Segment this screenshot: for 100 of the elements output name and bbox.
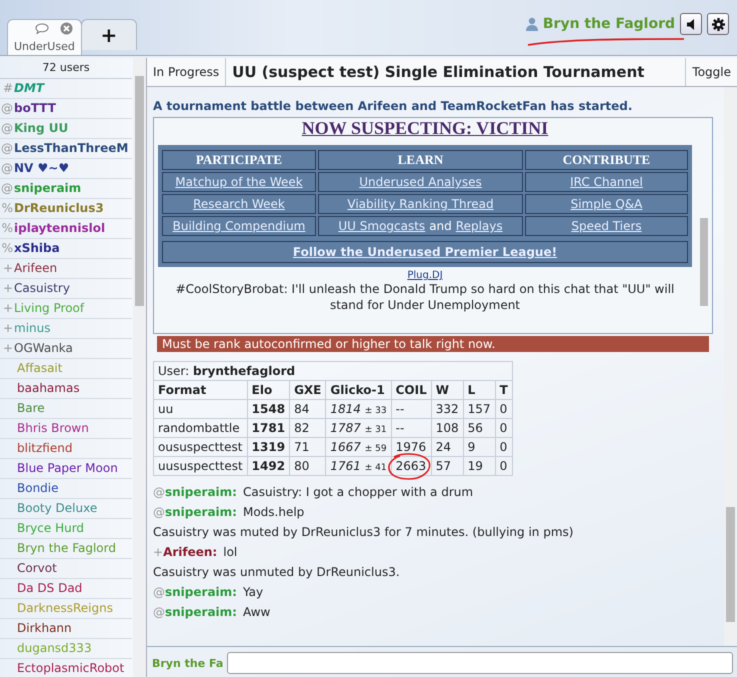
table-cell: 2663 bbox=[396, 459, 426, 473]
rank-symbol: + bbox=[2, 260, 14, 277]
column-header: T bbox=[495, 380, 512, 400]
rating-deviation: ± 41 bbox=[364, 463, 387, 473]
table-cell: 1781 bbox=[247, 418, 290, 438]
scrollbar[interactable] bbox=[724, 87, 737, 646]
table-cell: 24 bbox=[431, 438, 464, 456]
user-name[interactable]: Booty Deluxe bbox=[17, 499, 98, 518]
user-name[interactable]: Blue Paper Moon bbox=[17, 459, 118, 478]
table-cell: 108 bbox=[431, 418, 464, 438]
user-name[interactable]: blitzfiend bbox=[17, 439, 72, 458]
user-name[interactable]: LessThanThreeM bbox=[14, 139, 128, 158]
user-name[interactable]: DarknessReigns bbox=[17, 599, 113, 618]
rank-symbol: + bbox=[2, 280, 14, 297]
user-icon bbox=[526, 17, 538, 31]
table-cell: 332 bbox=[431, 400, 464, 418]
chat-message: Mods.help bbox=[242, 505, 304, 519]
table-cell: 19 bbox=[463, 456, 496, 476]
chat-message: Yay bbox=[242, 585, 264, 599]
sound-button[interactable] bbox=[680, 13, 702, 35]
glicko-rating: 1761 bbox=[330, 459, 361, 473]
table-cell: 56 bbox=[463, 418, 496, 438]
table-cell: 0 bbox=[495, 418, 512, 438]
ranked-username: brynthefaglord bbox=[193, 364, 296, 378]
chat-author[interactable]: +Arifeen: bbox=[153, 545, 218, 559]
column-header: Format bbox=[154, 380, 248, 400]
rank-symbol: % bbox=[0, 200, 14, 217]
table-cell: 80 bbox=[290, 456, 326, 476]
user-name[interactable]: xShiba bbox=[14, 239, 60, 258]
user-name[interactable]: Bryn the Faglord bbox=[17, 539, 116, 558]
settings-icon bbox=[712, 18, 724, 30]
moderation-notice: Casuistry was muted by DrReuniclus3 for 7 minutes. (bullying in pms) bbox=[153, 525, 574, 539]
rank-symbol: + bbox=[2, 320, 14, 337]
rank-symbol: @ bbox=[0, 160, 14, 177]
user-name[interactable]: sniperaim bbox=[14, 179, 82, 198]
user-name[interactable]: Bare bbox=[17, 399, 45, 418]
table-cell: uu bbox=[154, 400, 248, 418]
user-name[interactable]: Corvot bbox=[17, 559, 57, 578]
table-cell: oususpecttest bbox=[154, 438, 248, 456]
rank-symbol: % bbox=[0, 240, 14, 257]
user-name[interactable]: minus bbox=[14, 319, 50, 338]
user-name[interactable]: Casuistry bbox=[14, 279, 70, 298]
user-name[interactable]: Da DS Dad bbox=[17, 579, 82, 598]
resource-link[interactable]: UU Smogcasts bbox=[338, 219, 426, 233]
column-header: COIL bbox=[391, 380, 432, 400]
chat-author[interactable]: @sniperaim: bbox=[153, 605, 237, 619]
user-name[interactable]: King UU bbox=[14, 119, 68, 138]
user-name[interactable]: boTTT bbox=[14, 99, 56, 118]
username[interactable]: Bryn the Faglord bbox=[542, 16, 675, 32]
chat-author[interactable]: @sniperaim: bbox=[153, 485, 237, 499]
chat-author[interactable]: @sniperaim: bbox=[153, 505, 237, 519]
tournament-message: A tournament battle between Arifeen and TeamRocketFan has started. bbox=[153, 99, 634, 113]
user-name[interactable]: NV ♥~♥ bbox=[14, 159, 70, 178]
glicko-rating: 1814 bbox=[330, 402, 361, 416]
table-cell: 1548 bbox=[247, 400, 290, 418]
user-name[interactable]: EctoplasmicRobot bbox=[17, 659, 124, 677]
conjunction-text: and bbox=[429, 219, 452, 233]
user-name[interactable]: Bryce Hurd bbox=[17, 519, 84, 538]
speaker-icon bbox=[687, 18, 695, 30]
message-input[interactable] bbox=[227, 652, 733, 674]
table-cell: 1976 bbox=[396, 440, 426, 454]
scrollbar[interactable] bbox=[133, 58, 146, 677]
user-name[interactable]: baahamas bbox=[17, 379, 80, 398]
room-tab[interactable]: UnderUsed bbox=[7, 19, 82, 55]
composer-username: Bryn the Fa bbox=[152, 656, 224, 670]
close-icon[interactable] bbox=[60, 22, 73, 35]
column-heading: LEARN bbox=[318, 150, 523, 170]
banner-heading[interactable]: NOW SUSPECTING: VICTINI bbox=[302, 118, 548, 138]
user-count: 72 users bbox=[0, 58, 132, 79]
user-name[interactable]: DrReuniclus3 bbox=[14, 199, 104, 218]
table-cell: -- bbox=[396, 402, 404, 416]
user-label: User: bbox=[158, 364, 190, 378]
table-cell: 0 bbox=[495, 456, 512, 476]
user-name[interactable]: iplaytennislol bbox=[14, 219, 106, 238]
plug-link[interactable]: Plug.DJ bbox=[407, 270, 443, 281]
table-cell: uususpecttest bbox=[154, 456, 248, 476]
table-cell: 9 bbox=[463, 438, 496, 456]
rank-symbol: # bbox=[2, 80, 14, 97]
user-name[interactable]: Dirkhann bbox=[17, 619, 72, 638]
new-tab-button[interactable]: + bbox=[80, 19, 137, 50]
rank-symbol: @ bbox=[0, 140, 14, 157]
table-cell: 57 bbox=[431, 456, 464, 476]
resource-link[interactable]: Replays bbox=[456, 219, 503, 233]
settings-button[interactable] bbox=[707, 13, 729, 35]
rank-symbol: @ bbox=[0, 100, 14, 117]
chat-message: Casuistry: I got a chopper with a drum bbox=[242, 485, 474, 499]
user-name[interactable]: Arifeen bbox=[14, 259, 58, 278]
rank-symbol: + bbox=[2, 340, 14, 357]
chat-author[interactable]: @sniperaim: bbox=[153, 585, 237, 599]
user-name[interactable]: Bondie bbox=[17, 479, 59, 498]
rank-symbol: @ bbox=[0, 180, 14, 197]
user-name[interactable]: DMT bbox=[14, 79, 44, 98]
user-name[interactable]: OGWanka bbox=[14, 339, 73, 358]
user-name[interactable]: dugansd333 bbox=[17, 639, 92, 658]
user-name[interactable]: Bhris Brown bbox=[17, 419, 89, 438]
chat-message: lol bbox=[223, 545, 238, 559]
toggle-button[interactable]: Toggle bbox=[686, 58, 737, 86]
table-cell: 0 bbox=[495, 438, 512, 456]
user-name[interactable]: Living Proof bbox=[14, 299, 84, 318]
user-name[interactable]: Affasait bbox=[17, 359, 62, 378]
